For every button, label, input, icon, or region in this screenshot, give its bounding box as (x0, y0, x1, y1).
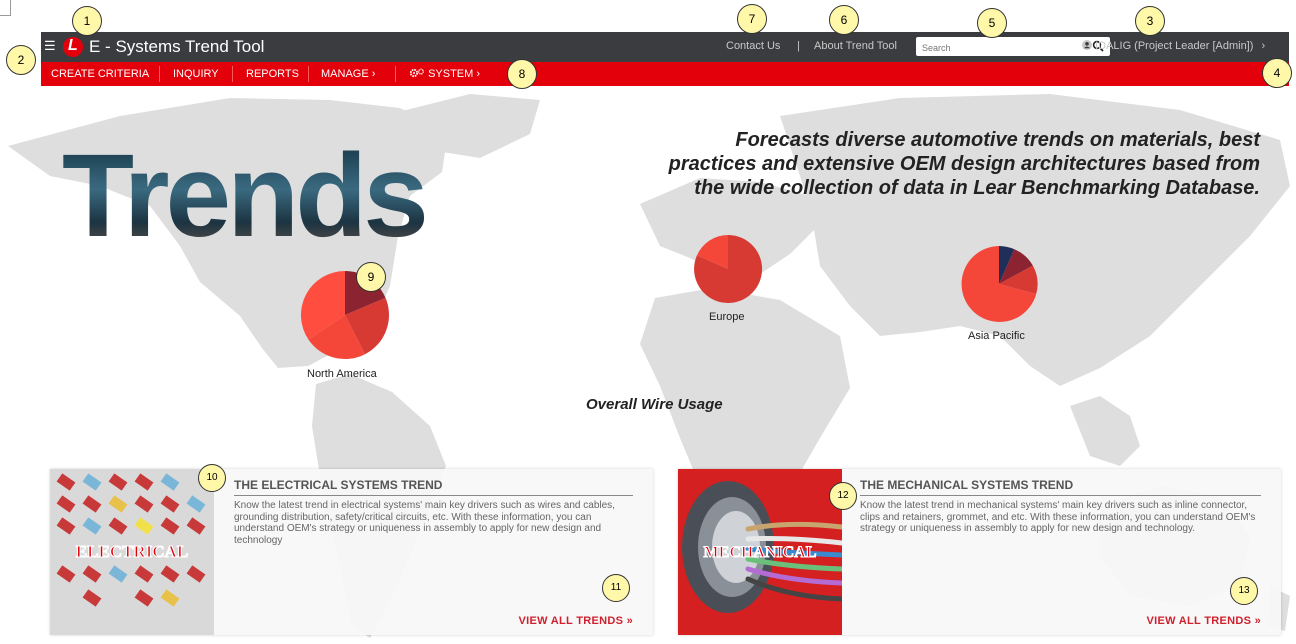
mechanical-card-rule (860, 495, 1261, 496)
mechanical-card-description: Know the latest trend in mechanical syst… (860, 500, 1256, 534)
search-input[interactable] (920, 39, 1084, 56)
callout-10: 10 (198, 464, 226, 492)
mechanical-view-all-link[interactable]: VIEW ALL TRENDS » (1147, 615, 1262, 627)
app-title[interactable]: E - Systems Trend Tool (89, 37, 264, 57)
trends-hero-graphic: Trends (62, 130, 429, 250)
user-name: IDALIG (Project Leader [Admin]) (1095, 40, 1254, 52)
search-box (916, 37, 1110, 56)
callout-3: 3 (1135, 6, 1165, 36)
callout-9: 9 (356, 262, 386, 292)
user-chevron-icon: › (1261, 40, 1266, 52)
nav-divider (395, 66, 396, 82)
nav-create-criteria[interactable]: CREATE CRITERIA (51, 62, 149, 86)
callout-11: 11 (602, 574, 630, 602)
callout-6: 6 (829, 5, 859, 35)
nav-divider (159, 66, 160, 82)
mechanical-card-title: THE MECHANICAL SYSTEMS TREND (860, 478, 1074, 492)
asia-pacific-pie[interactable] (960, 245, 1038, 323)
user-circle-icon (1082, 40, 1092, 50)
north-america-label: North America (307, 368, 377, 380)
callout-2: 2 (6, 45, 36, 75)
electrical-card-title: THE ELECTRICAL SYSTEMS TREND (234, 478, 443, 492)
callout-1: 1 (72, 6, 102, 36)
mechanical-image[interactable]: MECHANICAL (678, 469, 842, 635)
hero-headline: Forecasts diverse automotive trends on m… (668, 129, 1260, 199)
callout-12: 12 (829, 482, 857, 510)
about-trend-tool-link[interactable]: About Trend Tool (814, 40, 897, 52)
callout-8: 8 (507, 59, 537, 89)
callout-5: 5 (977, 8, 1007, 38)
user-menu[interactable]: IDALIG (Project Leader [Admin]) › (1082, 40, 1265, 52)
callout-7: 7 (737, 4, 767, 34)
electrical-card-description: Know the latest trend in electrical syst… (234, 500, 615, 546)
gears-icon (409, 68, 424, 78)
electrical-image-label: ELECTRICAL (76, 542, 188, 561)
nav-inquiry[interactable]: INQUIRY (173, 62, 219, 86)
electrical-view-all-link[interactable]: VIEW ALL TRENDS » (519, 615, 634, 627)
overall-wire-usage-caption: Overall Wire Usage (586, 396, 723, 413)
europe-label: Europe (709, 311, 745, 323)
nav-reports[interactable]: REPORTS (246, 62, 299, 86)
corner-frame (0, 0, 11, 16)
asia-pacific-label: Asia Pacific (968, 330, 1025, 342)
electrical-image[interactable]: ELECTRICAL (50, 469, 214, 635)
contact-us-link[interactable]: Contact Us (726, 40, 780, 52)
callout-13: 13 (1230, 577, 1258, 605)
link-separator: | (797, 40, 800, 52)
hamburger-icon[interactable]: ☰ (44, 39, 56, 53)
lear-logo[interactable]: L (63, 37, 83, 57)
trends-hero-word: Trends (62, 130, 425, 250)
top-bar: ☰ L E - Systems Trend Tool Contact Us | … (41, 32, 1289, 62)
electrical-card-rule (234, 495, 633, 496)
mechanical-image-label: MECHANICAL (704, 544, 817, 561)
nav-system-label: SYSTEM › (428, 68, 481, 80)
logo-letter: L (68, 37, 78, 54)
mechanical-trend-card: MECHANICAL THE MECHANICAL SYSTEMS TREND … (678, 469, 1281, 635)
nav-manage[interactable]: MANAGE › (321, 62, 375, 86)
nav-divider (308, 66, 309, 82)
electrical-trend-card: ELECTRICAL THE ELECTRICAL SYSTEMS TREND … (50, 469, 653, 635)
main-nav: CREATE CRITERIA INQUIRY REPORTS MANAGE ›… (41, 62, 1289, 86)
callout-4: 4 (1262, 58, 1292, 88)
europe-pie[interactable] (693, 234, 763, 304)
nav-divider (232, 66, 233, 82)
nav-system[interactable]: SYSTEM › (409, 62, 480, 86)
